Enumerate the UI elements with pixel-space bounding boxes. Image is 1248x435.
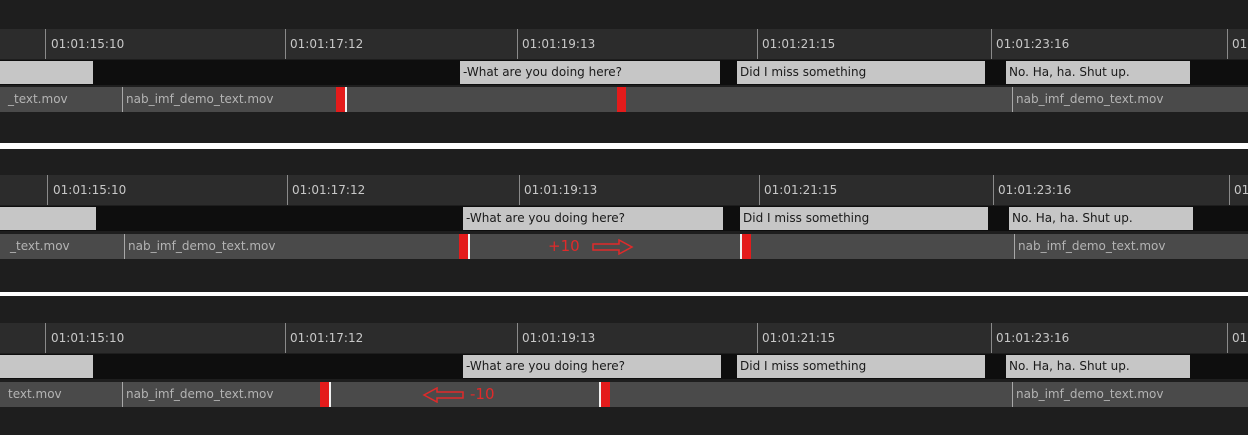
- edit-marker[interactable]: [459, 234, 468, 259]
- timecode-label: 01:01:17:12: [290, 331, 364, 345]
- ruler-tick: [285, 323, 286, 353]
- clip-boundary[interactable]: [122, 382, 123, 407]
- offset-label: +10: [548, 237, 580, 255]
- subtitle-track: -What are you doing here? Did I miss som…: [0, 354, 1248, 379]
- subtitle-block[interactable]: Did I miss something: [737, 355, 985, 378]
- timecode-label: 01:01:19:13: [524, 183, 598, 197]
- timecode-label: 01:01:15:10: [51, 331, 125, 345]
- timecode-label: 01:01:23:16: [996, 331, 1070, 345]
- timecode-ruler[interactable]: 01:01:15:10 01:01:17:12 01:01:19:13 01:0…: [0, 175, 1248, 205]
- ruler-tick: [517, 323, 518, 353]
- edit-marker[interactable]: [336, 87, 345, 112]
- timecode-label: 01:01:17:12: [290, 37, 364, 51]
- timeline-panel-1: 01:01:15:10 01:01:17:12 01:01:19:13 01:0…: [0, 0, 1248, 143]
- subtitle-block[interactable]: [0, 355, 93, 378]
- ruler-tick: [757, 29, 758, 59]
- edit-marker[interactable]: [742, 234, 751, 259]
- subtitle-block[interactable]: No. Ha, ha. Shut up.: [1006, 355, 1190, 378]
- timecode-label: 01:01:15:10: [53, 183, 127, 197]
- clip-label[interactable]: nab_imf_demo_text.mov: [1018, 239, 1166, 253]
- ruler-tick: [991, 323, 992, 353]
- subtitle-block[interactable]: [0, 207, 96, 230]
- ruler-tick: [519, 175, 520, 205]
- timecode-label: 01:01:15:10: [51, 37, 125, 51]
- ruler-tick: [759, 175, 760, 205]
- clip-label[interactable]: nab_imf_demo_text.mov: [128, 239, 276, 253]
- edit-point-line[interactable]: [329, 382, 331, 407]
- clip-label[interactable]: nab_imf_demo_text.mov: [1016, 387, 1164, 401]
- edit-marker[interactable]: [320, 382, 329, 407]
- clip-boundary[interactable]: [1014, 234, 1015, 259]
- timecode-label: 01:01:21:15: [762, 331, 836, 345]
- timecode-ruler[interactable]: 01:01:15:10 01:01:17:12 01:01:19:13 01:0…: [0, 29, 1248, 59]
- ruler-tick: [517, 29, 518, 59]
- ruler-tick: [47, 175, 48, 205]
- clip-boundary[interactable]: [124, 234, 125, 259]
- subtitle-block[interactable]: -What are you doing here?: [460, 61, 720, 84]
- subtitle-block[interactable]: [0, 61, 93, 84]
- clip-label[interactable]: _text.mov: [8, 92, 68, 106]
- clip-label[interactable]: _text.mov: [10, 239, 70, 253]
- clip-label[interactable]: text.mov: [8, 387, 62, 401]
- edit-marker[interactable]: [601, 382, 610, 407]
- ruler-tick: [285, 29, 286, 59]
- clip-boundary[interactable]: [122, 87, 123, 112]
- timecode-ruler[interactable]: 01:01:15:10 01:01:17:12 01:01:19:13 01:0…: [0, 323, 1248, 353]
- clip-boundary[interactable]: [1012, 382, 1013, 407]
- video-track: _text.mov nab_imf_demo_text.mov +10 nab_…: [0, 234, 1248, 259]
- timecode-label: 01:01:23:16: [996, 37, 1070, 51]
- subtitle-block[interactable]: -What are you doing here?: [463, 355, 721, 378]
- arrow-right-icon: [592, 239, 634, 255]
- ruler-tick: [287, 175, 288, 205]
- timecode-label: 01:01:21:15: [764, 183, 838, 197]
- ruler-tick: [1227, 29, 1228, 59]
- timeline-panel-3: 01:01:15:10 01:01:17:12 01:01:19:13 01:0…: [0, 296, 1248, 435]
- timeline-panel-2: 01:01:15:10 01:01:17:12 01:01:19:13 01:0…: [0, 149, 1248, 292]
- subtitle-block[interactable]: No. Ha, ha. Shut up.: [1006, 61, 1190, 84]
- subtitle-track: -What are you doing here? Did I miss som…: [0, 60, 1248, 85]
- ruler-tick: [45, 29, 46, 59]
- arrow-left-icon: [422, 387, 464, 403]
- timecode-label: 01: [1232, 331, 1248, 345]
- subtitle-block[interactable]: Did I miss something: [740, 207, 988, 230]
- ruler-tick: [993, 175, 994, 205]
- subtitle-block[interactable]: Did I miss something: [737, 61, 985, 84]
- edit-point-line[interactable]: [468, 234, 470, 259]
- timecode-label: 01:01:19:13: [522, 37, 596, 51]
- edit-marker[interactable]: [617, 87, 626, 112]
- ruler-tick: [1227, 323, 1228, 353]
- edit-point-line[interactable]: [345, 87, 347, 112]
- video-track: _text.mov nab_imf_demo_text.mov nab_imf_…: [0, 87, 1248, 112]
- timecode-label: 01:01:19:13: [522, 331, 596, 345]
- subtitle-block[interactable]: No. Ha, ha. Shut up.: [1009, 207, 1193, 230]
- subtitle-block[interactable]: -What are you doing here?: [463, 207, 723, 230]
- clip-label[interactable]: nab_imf_demo_text.mov: [126, 387, 274, 401]
- timecode-label: 01: [1232, 37, 1248, 51]
- ruler-tick: [1229, 175, 1230, 205]
- timecode-label: 01:01:21:15: [762, 37, 836, 51]
- video-track: text.mov nab_imf_demo_text.mov -10 nab_i…: [0, 382, 1248, 407]
- offset-label: -10: [470, 385, 495, 403]
- clip-label[interactable]: nab_imf_demo_text.mov: [1016, 92, 1164, 106]
- timecode-label: 01: [1234, 183, 1248, 197]
- clip-label[interactable]: nab_imf_demo_text.mov: [126, 92, 274, 106]
- ruler-tick: [45, 323, 46, 353]
- ruler-tick: [991, 29, 992, 59]
- clip-boundary[interactable]: [1012, 87, 1013, 112]
- timecode-label: 01:01:17:12: [292, 183, 366, 197]
- subtitle-track: -What are you doing here? Did I miss som…: [0, 206, 1248, 231]
- ruler-tick: [757, 323, 758, 353]
- timecode-label: 01:01:23:16: [998, 183, 1072, 197]
